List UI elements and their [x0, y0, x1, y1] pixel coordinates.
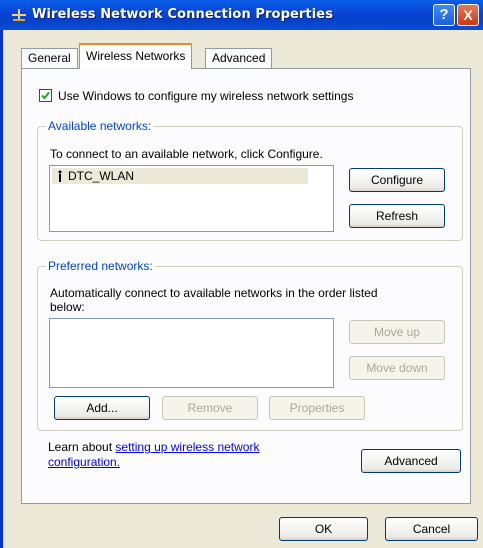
- learn-about-prefix: Learn about: [48, 440, 116, 454]
- available-networks-list[interactable]: DTC_WLAN: [49, 165, 334, 232]
- add-button[interactable]: Add...: [54, 396, 150, 420]
- move-up-button[interactable]: Move up: [349, 320, 445, 344]
- available-networks-legend: Available networks:: [46, 119, 154, 133]
- available-networks-instruction: To connect to an available network, clic…: [50, 147, 323, 161]
- preferred-networks-legend: Preferred networks:: [46, 259, 155, 273]
- refresh-button[interactable]: Refresh: [349, 204, 445, 228]
- ok-button[interactable]: OK: [279, 517, 368, 541]
- configure-button[interactable]: Configure: [349, 168, 445, 192]
- preferred-networks-instruction: Automatically connect to available netwo…: [50, 286, 378, 300]
- close-icon: X: [463, 7, 473, 23]
- preferred-networks-list[interactable]: [49, 318, 334, 388]
- remove-button[interactable]: Remove: [162, 396, 258, 420]
- use-windows-checkbox[interactable]: [39, 89, 52, 102]
- close-button[interactable]: X: [457, 4, 479, 26]
- move-down-button[interactable]: Move down: [349, 356, 445, 380]
- tab-wireless-networks[interactable]: Wireless Networks: [79, 43, 193, 69]
- use-windows-label[interactable]: Use Windows to configure my wireless net…: [58, 89, 353, 103]
- properties-dialog: Wireless Network Connection Properties ?…: [0, 0, 483, 548]
- network-name: DTC_WLAN: [68, 169, 135, 183]
- title-bar[interactable]: Wireless Network Connection Properties ?…: [0, 0, 483, 30]
- cancel-button[interactable]: Cancel: [385, 517, 478, 541]
- window-title: Wireless Network Connection Properties: [32, 7, 334, 22]
- learn-about-line: Learn about setting up wireless network: [48, 440, 259, 454]
- properties-button[interactable]: Properties: [269, 396, 365, 420]
- help-button[interactable]: ?: [433, 4, 455, 26]
- list-item[interactable]: DTC_WLAN: [52, 168, 308, 184]
- advanced-button[interactable]: Advanced: [361, 449, 461, 473]
- setup-help-link-cont[interactable]: configuration.: [48, 455, 120, 469]
- tab-general[interactable]: General: [21, 48, 78, 68]
- checkmark-icon: [41, 91, 50, 100]
- antenna-icon: [58, 170, 62, 182]
- wireless-network-icon: [12, 9, 26, 21]
- help-icon: ?: [439, 6, 449, 23]
- setup-help-link[interactable]: setting up wireless network: [115, 440, 259, 454]
- preferred-networks-instruction-cont: below:: [50, 300, 85, 314]
- tab-advanced[interactable]: Advanced: [205, 48, 273, 68]
